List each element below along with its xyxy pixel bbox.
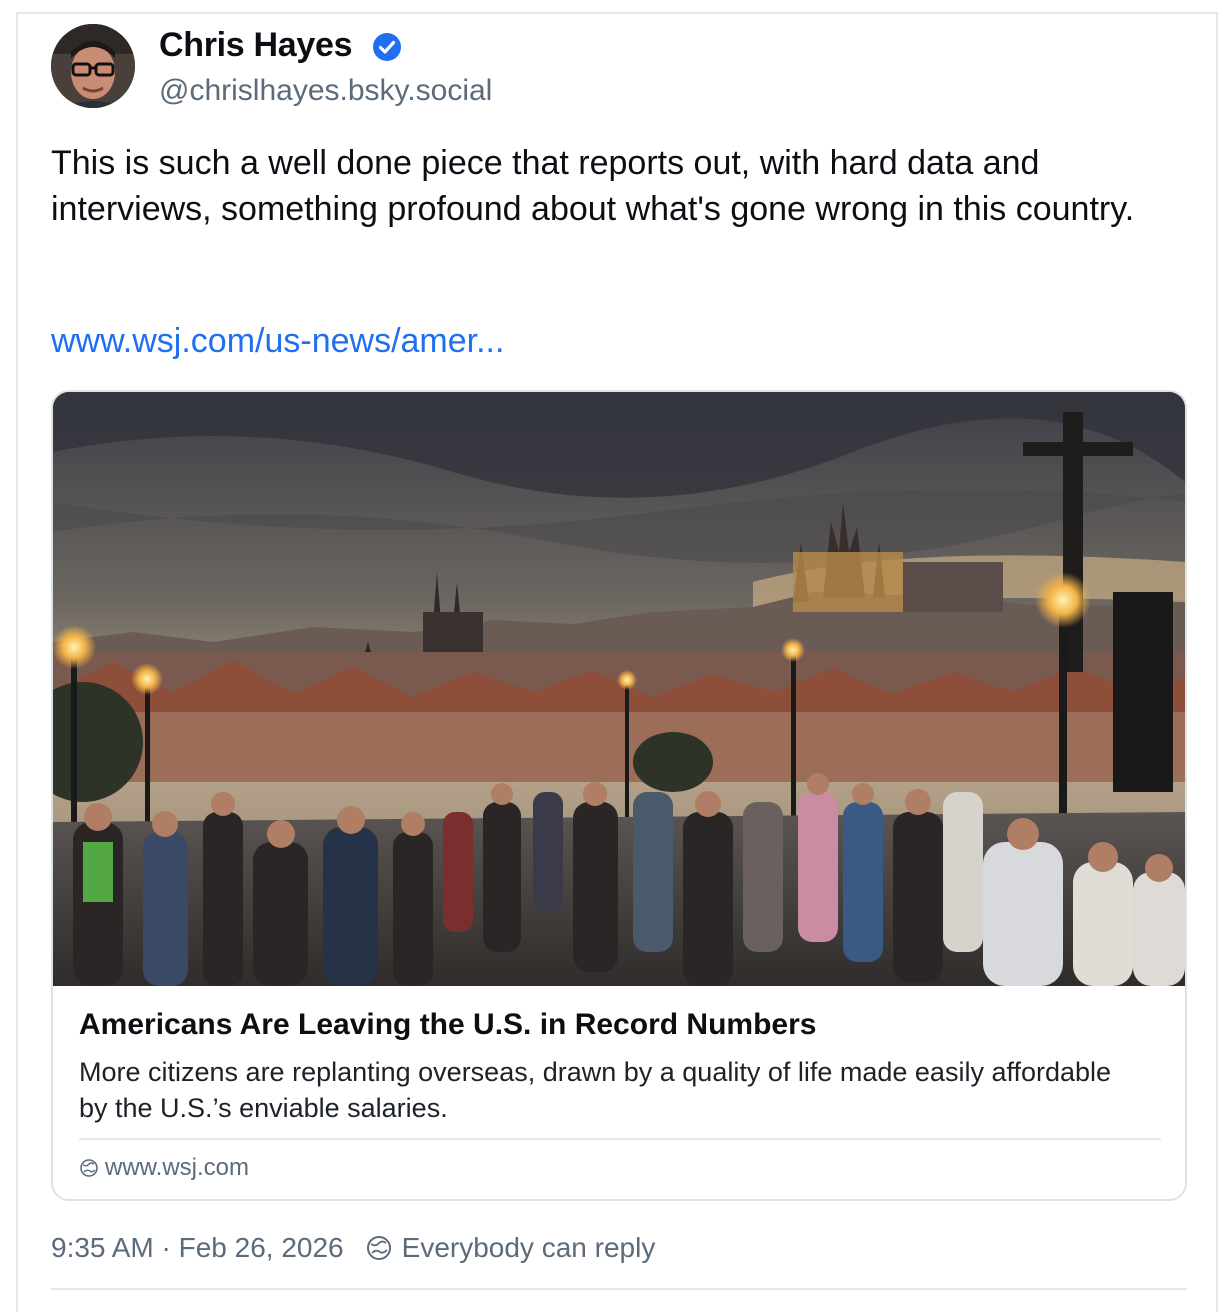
post-timestamp[interactable]: 9:35 AM · Feb 26, 2026 (51, 1232, 344, 1264)
article-domain-label: www.wsj.com (105, 1154, 250, 1181)
article-thumbnail-photo (53, 392, 1185, 986)
globe-icon (366, 1236, 391, 1260)
link-preview-card[interactable]: Americans Are Leaving the U.S. in Record… (51, 390, 1187, 1201)
card-divider (79, 1138, 1161, 1140)
bottom-divider (51, 1288, 1187, 1290)
post-link[interactable]: www.wsj.com/us-news/amer... (51, 322, 504, 361)
post-body-text: This is such a well done piece that repo… (51, 144, 1135, 228)
author-avatar[interactable] (51, 24, 135, 108)
article-domain[interactable]: www.wsj.com (79, 1154, 249, 1182)
verified-badge-icon (373, 33, 401, 61)
globe-icon (80, 1159, 98, 1177)
article-description: More citizens are replanting overseas, d… (79, 1057, 1112, 1123)
author-display-name[interactable]: Chris Hayes (159, 26, 353, 65)
post-meta: 9:35 AM · Feb 26, 2026 Everybody can rep… (51, 1232, 655, 1264)
article-title[interactable]: Americans Are Leaving the U.S. in Record… (79, 1008, 816, 1042)
reply-setting-label[interactable]: Everybody can reply (402, 1232, 656, 1264)
author-handle[interactable]: @chrislhayes.bsky.social (159, 74, 492, 108)
